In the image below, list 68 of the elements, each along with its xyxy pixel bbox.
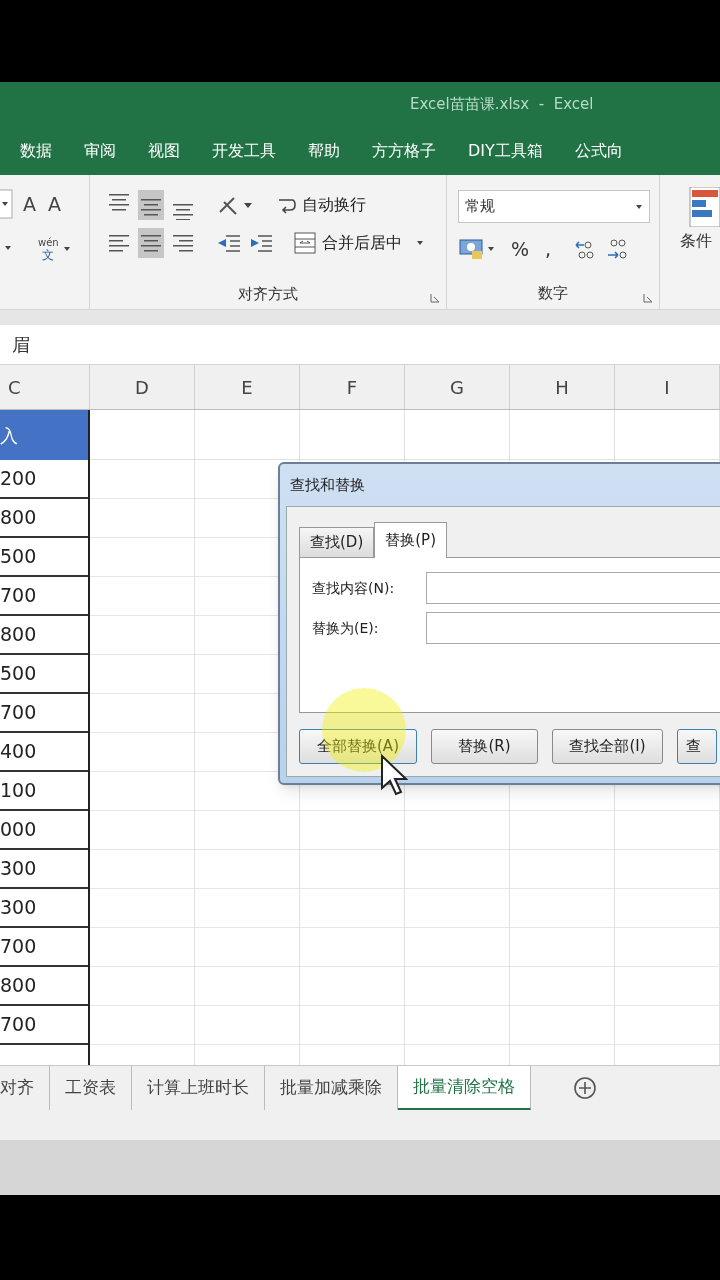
- increase-font-size-button[interactable]: A: [20, 189, 39, 219]
- table-cell-text: 300: [0, 856, 37, 882]
- add-sheet-icon[interactable]: [573, 1076, 597, 1100]
- column-header[interactable]: H: [555, 373, 569, 401]
- decrease-font-size-button[interactable]: A: [45, 189, 64, 219]
- decrease-decimal-icon[interactable]: [606, 237, 629, 262]
- table-cell-text: 100: [0, 778, 37, 804]
- mouse-cursor-icon: [380, 754, 408, 796]
- dialog-title: 查找和替换: [290, 474, 365, 496]
- table-cell-text: 800: [0, 622, 37, 648]
- conditional-formatting-button[interactable]: 条件: [676, 187, 720, 253]
- table-cell-text: 400: [0, 739, 37, 765]
- ribbon-tab[interactable]: 帮助: [308, 138, 340, 163]
- align-center-icon[interactable]: [138, 227, 164, 258]
- formula-bar-text[interactable]: 眉: [12, 331, 30, 358]
- table-cell-text: 800: [0, 505, 37, 531]
- table-cell-text: 200: [0, 466, 37, 492]
- merge-center-button[interactable]: 合并后居中: [294, 230, 424, 255]
- table-cell-text: 700: [0, 934, 37, 960]
- dialog-launcher-icon[interactable]: [643, 293, 653, 303]
- column-header[interactable]: D: [135, 373, 149, 401]
- window-title: Excel苗苗课.xlsx - Excel: [410, 93, 594, 115]
- dialog-button[interactable]: 查找全部(I): [552, 729, 663, 764]
- group-label: 数字: [538, 282, 568, 304]
- dialog-button[interactable]: 替换(R): [431, 729, 538, 764]
- phonetic-guide-button[interactable]: wén 文: [38, 237, 71, 261]
- ribbon-tab[interactable]: 公式向: [574, 138, 623, 163]
- column-header[interactable]: G: [450, 373, 464, 401]
- dialog-button[interactable]: 全部替换(A): [299, 729, 417, 764]
- dialog-tab[interactable]: 替换(P): [374, 522, 447, 558]
- dropdown-caret-icon[interactable]: [0, 189, 14, 219]
- table-cell-text: 入: [0, 423, 18, 448]
- number-format-dropdown[interactable]: 常规: [458, 190, 650, 223]
- column-header[interactable]: E: [241, 373, 253, 401]
- dialog-launcher-icon[interactable]: [430, 293, 440, 303]
- dropdown-caret-icon[interactable]: [416, 239, 424, 246]
- dialog-button[interactable]: 查: [677, 729, 717, 764]
- dialog-tab[interactable]: 查找(D): [299, 527, 375, 557]
- ribbon-tab[interactable]: 方方格子: [372, 138, 436, 163]
- column-header[interactable]: C: [8, 373, 21, 401]
- input-field[interactable]: [426, 572, 720, 604]
- column-header[interactable]: I: [664, 373, 670, 401]
- middle-align-icon[interactable]: [138, 190, 164, 220]
- ribbon-tab[interactable]: 数据: [20, 138, 52, 163]
- table-cell-text: 300: [0, 895, 37, 921]
- table-cell-text: 700: [0, 583, 37, 609]
- ribbon-tab[interactable]: DIY工具箱: [468, 138, 543, 163]
- comma-style-button[interactable]: ,: [542, 235, 555, 264]
- ribbon-tab[interactable]: 视图: [148, 138, 180, 163]
- table-cell-text: 700: [0, 700, 37, 726]
- field-label: 查找内容(N):: [312, 578, 396, 598]
- table-cell-text: 700: [0, 1012, 37, 1038]
- field-label: 替换为(E):: [312, 618, 380, 638]
- percent-style-button[interactable]: %: [508, 235, 533, 264]
- wrap-text-button[interactable]: 自动换行: [276, 193, 366, 217]
- group-label: 对齐方式: [238, 284, 298, 305]
- table-cell-text: 800: [0, 973, 37, 999]
- merge-cells-icon[interactable]: [294, 231, 316, 254]
- dropdown-caret-icon[interactable]: [62, 246, 71, 252]
- table-cell-text: 500: [0, 544, 37, 570]
- ribbon-tab[interactable]: 审阅: [84, 138, 116, 163]
- column-header[interactable]: F: [346, 373, 358, 401]
- table-cell-text: 500: [0, 661, 37, 687]
- dropdown-caret-icon[interactable]: [635, 203, 643, 210]
- ribbon-tab[interactable]: 开发工具: [212, 138, 276, 163]
- input-field[interactable]: [426, 612, 720, 644]
- sheet-tab[interactable]: 批量清除空格: [398, 1066, 531, 1110]
- table-cell-text: 000: [0, 817, 37, 843]
